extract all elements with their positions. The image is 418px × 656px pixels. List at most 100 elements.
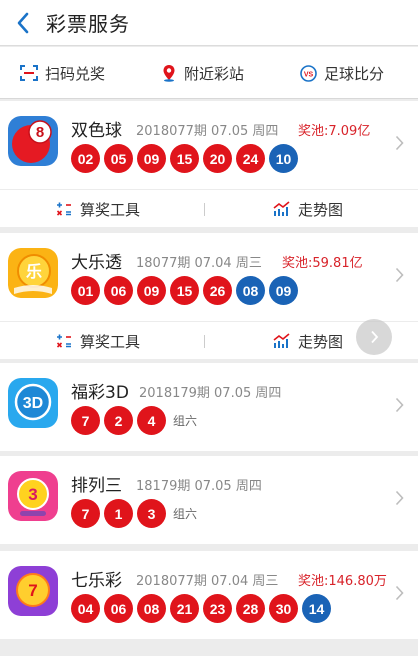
scan-redeem-button[interactable]: 扫码兑奖 [20,47,105,99]
lottery-row[interactable]: 乐 大乐透 18077期 07.04 周三 奖池:59.81亿 01 06 09… [0,233,418,321]
lottery-name: 排列三 [71,476,122,496]
trend-chart-label: 走势图 [298,332,344,351]
winning-numbers: 7 1 3 组六 [71,499,197,528]
svg-text:3D: 3D [23,395,43,412]
trend-chart-icon [273,333,290,348]
football-scores-button[interactable]: VS 足球比分 [300,47,384,99]
chevron-right-icon [395,135,404,151]
fucai3d-logo: 3D [8,378,58,428]
red-ball: 08 [137,594,166,623]
vs-icon: VS [300,64,317,82]
red-ball: 15 [170,276,199,305]
pailiesan-logo: 3 [8,471,58,521]
tools-bar: 算奖工具 走势图 [0,189,418,227]
red-ball: 23 [203,594,232,623]
red-ball: 24 [236,144,265,173]
red-ball: 30 [269,594,298,623]
lottery-row[interactable]: 3 排列三 18179期 07.05 周四 7 1 3 组六 [0,456,418,544]
draw-issue: 2018077期 07.04 周三 [136,574,279,589]
trend-chart-button[interactable]: 走势图 [273,322,343,360]
red-ball: 09 [137,276,166,305]
trend-chart-button[interactable]: 走势图 [273,190,343,228]
daletou-logo: 乐 [8,248,58,298]
chevron-left-icon [17,12,29,33]
lottery-card-fucai3d: 3D 福彩3D 2018179期 07.05 周四 7 2 4 组六 [0,363,418,451]
shortcut-bar: 扫码兑奖 附近彩站 VS 足球比分 [0,47,418,99]
blue-ball: 09 [269,276,298,305]
nearby-stores-button[interactable]: 附近彩站 [161,47,244,99]
prize-calculator-label: 算奖工具 [80,200,141,219]
winning-numbers: 01 06 09 15 26 08 09 [71,276,302,305]
red-ball: 20 [203,144,232,173]
red-ball: 4 [137,406,166,435]
red-ball: 26 [203,276,232,305]
calculator-icon [56,202,71,216]
blue-ball: 10 [269,144,298,173]
nearby-stores-label: 附近彩站 [184,64,245,83]
red-ball: 15 [170,144,199,173]
lottery-name: 双色球 [71,121,122,141]
red-ball: 1 [104,499,133,528]
svg-text:VS: VS [304,71,314,78]
blue-ball: 14 [302,594,331,623]
red-ball: 09 [137,144,166,173]
svg-text:3: 3 [28,485,37,504]
lottery-row[interactable]: 8 双色球 2018077期 07.05 周四 奖池:7.09亿 02 05 0… [0,101,418,189]
qilecai-logo: 7 [8,566,58,616]
floating-assist-button[interactable] [356,319,392,355]
draw-issue: 18179期 07.05 周四 [136,479,262,494]
red-ball: 05 [104,144,133,173]
shuangseqiu-logo: 8 [8,116,58,166]
back-button[interactable] [8,8,38,38]
draw-issue: 2018179期 07.05 周四 [139,386,282,401]
combination-type: 组六 [173,414,198,428]
red-ball: 04 [71,594,100,623]
chevron-right-icon [395,397,404,413]
lottery-card-shuangseqiu: 8 双色球 2018077期 07.05 周四 奖池:7.09亿 02 05 0… [0,101,418,227]
lottery-row[interactable]: 7 七乐彩 2018077期 07.04 周三 奖池:146.80万 04 06… [0,551,418,639]
svg-text:8: 8 [36,124,44,141]
lottery-name: 大乐透 [71,253,122,273]
lottery-card-qilecai: 7 七乐彩 2018077期 07.04 周三 奖池:146.80万 04 06… [0,551,418,639]
prize-calculator-button[interactable]: 算奖工具 [56,190,140,228]
svg-text:乐: 乐 [26,262,42,281]
lottery-row[interactable]: 3D 福彩3D 2018179期 07.05 周四 7 2 4 组六 [0,363,418,451]
combination-type: 组六 [173,507,198,521]
red-ball: 2 [104,406,133,435]
jackpot-pool: 奖池:7.09亿 [298,124,371,139]
prize-calculator-label: 算奖工具 [80,332,141,351]
chevron-right-icon [395,585,404,601]
lottery-name: 七乐彩 [71,571,122,591]
calculator-icon [56,334,71,348]
red-ball: 01 [71,276,100,305]
svg-text:7: 7 [28,581,37,600]
location-pin-icon [163,65,175,82]
lottery-service-screen: 彩票服务 扫码兑奖 附近彩站 VS 足球比分 8 双色球 2018077期 07… [0,0,418,656]
prize-calculator-button[interactable]: 算奖工具 [56,322,140,360]
page-title: 彩票服务 [46,12,130,36]
jackpot-pool: 奖池:59.81亿 [282,256,363,271]
lottery-name: 福彩3D [71,383,129,403]
winning-numbers: 04 06 08 21 23 28 30 14 [71,594,335,623]
jackpot-pool: 奖池:146.80万 [298,574,387,589]
red-ball: 21 [170,594,199,623]
winning-numbers: 7 2 4 组六 [71,406,197,435]
red-ball: 7 [71,499,100,528]
scan-redeem-label: 扫码兑奖 [45,64,106,83]
football-scores-label: 足球比分 [324,64,385,83]
chevron-right-icon [395,267,404,283]
winning-numbers: 02 05 09 15 20 24 10 [71,144,302,173]
chevron-right-icon [395,490,404,506]
draw-issue: 2018077期 07.05 周四 [136,124,279,139]
lottery-card-pailiesan: 3 排列三 18179期 07.05 周四 7 1 3 组六 [0,456,418,544]
blue-ball: 08 [236,276,265,305]
trend-chart-icon [273,201,290,216]
red-ball: 06 [104,276,133,305]
divider [204,203,205,216]
trend-chart-label: 走势图 [298,200,344,219]
header: 彩票服务 [0,0,418,46]
red-ball: 7 [71,406,100,435]
scan-icon [20,65,38,81]
draw-issue: 18077期 07.04 周三 [136,256,262,271]
red-ball: 02 [71,144,100,173]
